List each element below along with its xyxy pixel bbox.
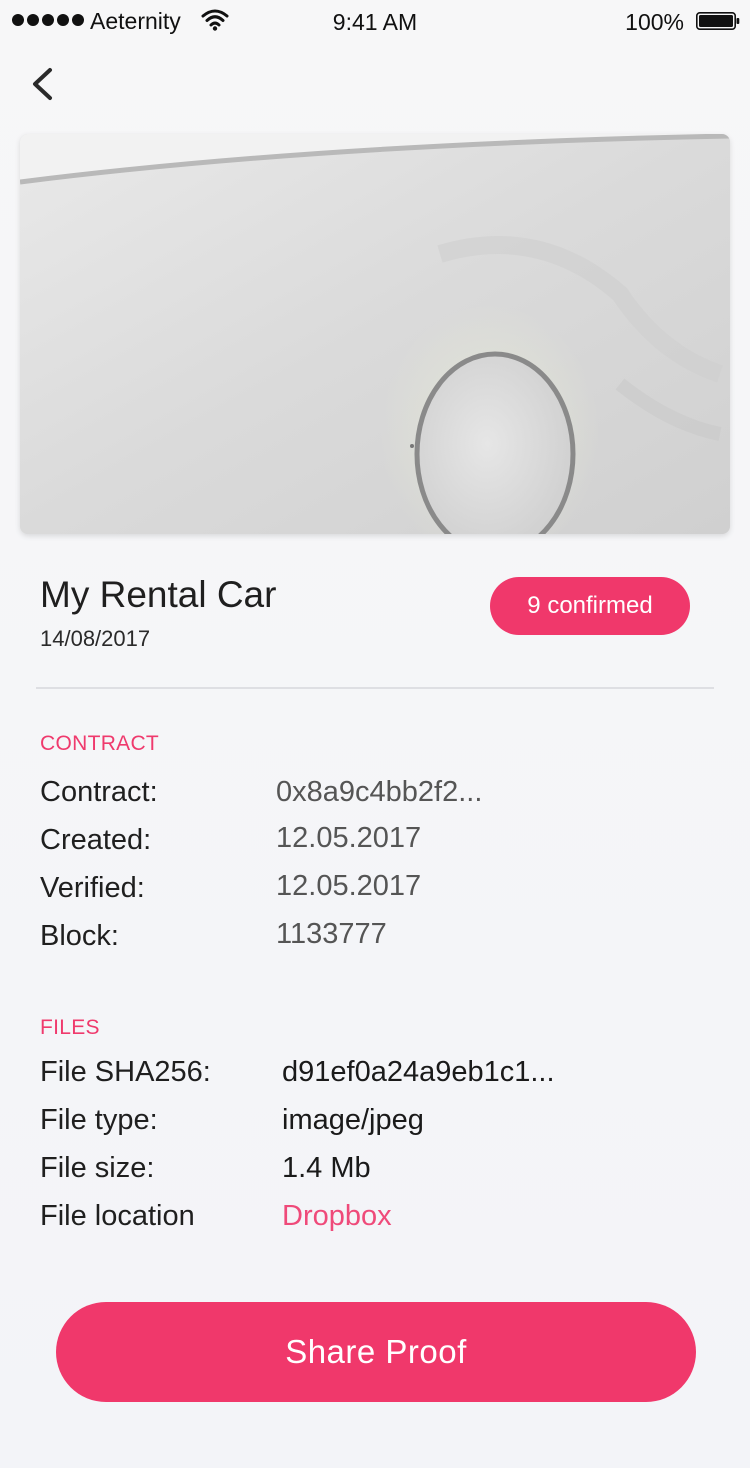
- contract-address-label: Contract:: [40, 776, 158, 808]
- files-section-heading: FILES: [40, 1016, 100, 1039]
- chevron-left-icon: [33, 68, 52, 100]
- back-button[interactable]: [22, 62, 62, 106]
- created-value: 12.05.2017: [276, 822, 422, 854]
- file-location-label: File location: [40, 1200, 195, 1232]
- proof-date: 14/08/2017: [40, 626, 151, 651]
- battery-icon: [696, 12, 740, 30]
- verified-value: 12.05.2017: [276, 870, 422, 902]
- block-value: 1133777: [276, 918, 387, 950]
- contract-address-value: 0x8a9c4bb2f2...: [276, 776, 483, 808]
- proof-title: My Rental Car: [40, 574, 277, 615]
- file-sha256-label: File SHA256:: [40, 1056, 211, 1088]
- verified-label: Verified:: [40, 872, 145, 904]
- file-size-value: 1.4 Mb: [282, 1152, 371, 1184]
- divider: [36, 687, 714, 689]
- contract-section-heading: CONTRACT: [40, 732, 160, 755]
- file-type-label: File type:: [40, 1104, 158, 1136]
- created-label: Created:: [40, 824, 152, 856]
- car-fuel-cap-image: [20, 134, 730, 534]
- proof-photo: [20, 134, 730, 534]
- share-proof-button[interactable]: Share Proof: [56, 1302, 696, 1402]
- file-location-link[interactable]: Dropbox: [282, 1200, 392, 1233]
- status-bar: Aeternity 9:41 AM 100%: [0, 0, 750, 42]
- file-type-value: image/jpeg: [282, 1104, 424, 1136]
- proof-detail-screen: Aeternity 9:41 AM 100% My Rental Car 14/…: [0, 0, 750, 1468]
- file-size-label: File size:: [40, 1152, 155, 1184]
- block-label: Block:: [40, 920, 119, 952]
- battery-percentage: 100%: [625, 9, 684, 35]
- confirmations-badge: 9 confirmed: [490, 577, 690, 635]
- file-sha256-value: d91ef0a24a9eb1c1...: [282, 1056, 555, 1088]
